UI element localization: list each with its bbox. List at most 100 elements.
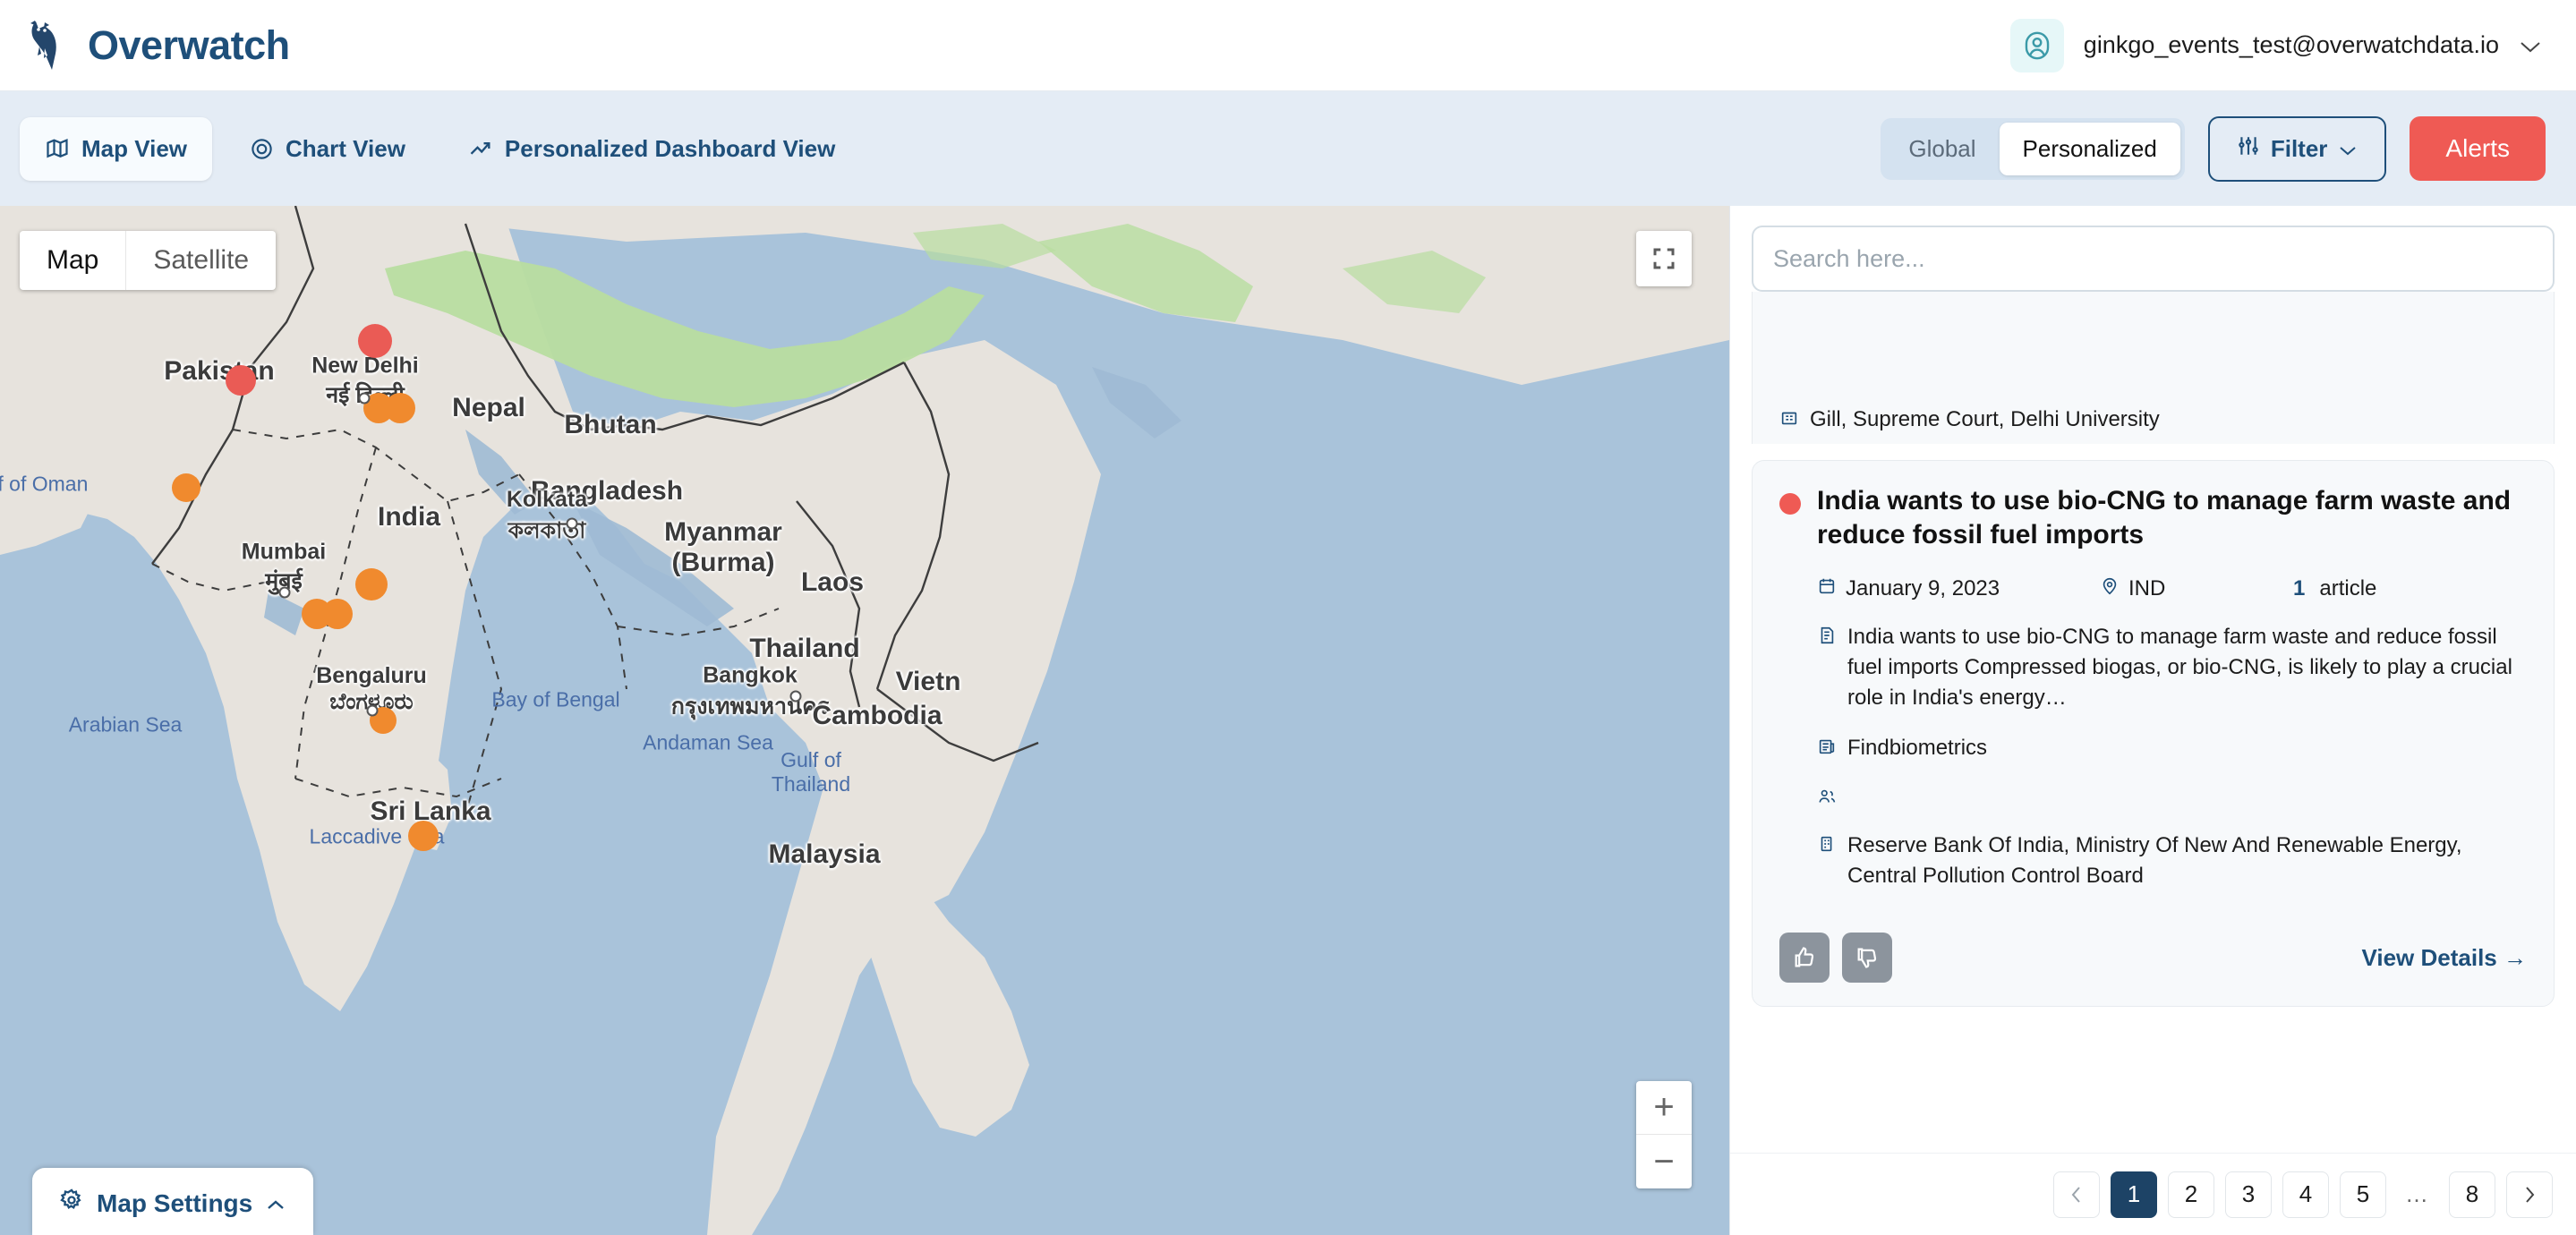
card-meta: January 9, 2023 IND 1 article [1817, 576, 2527, 602]
pagination-page-2[interactable]: 2 [2168, 1171, 2214, 1218]
owl-icon [27, 18, 75, 73]
brand: Overwatch [27, 18, 290, 73]
building-icon [1779, 408, 1799, 432]
map-canvas[interactable]: PakistanNew Delhi नई दिल्लीNepalBhutanBa… [0, 206, 1729, 1235]
pagination: 12345 … 8 [1730, 1153, 2576, 1235]
map-city-dot [278, 586, 291, 599]
card-source: Findbiometrics [1817, 733, 2527, 763]
thumbs-down-icon[interactable] [1842, 933, 1892, 984]
card-title: India wants to use bio-CNG to manage far… [1817, 486, 2512, 550]
card-source-text: Findbiometrics [1847, 736, 1988, 761]
map-icon [45, 136, 70, 161]
fullscreen-icon[interactable] [1636, 231, 1692, 286]
view-details-link[interactable]: View Details → [2362, 944, 2528, 972]
card-location: IND [2100, 576, 2279, 602]
target-icon [250, 137, 274, 161]
tab-map-view-label: Map View [81, 134, 188, 162]
map-pin-icon [2100, 576, 2120, 602]
brand-name: Overwatch [88, 21, 290, 68]
gear-icon [59, 1188, 84, 1219]
map-settings-label: Map Settings [97, 1188, 253, 1217]
card-date: January 9, 2023 [1817, 576, 2086, 602]
scope-option-global[interactable]: Global [1885, 123, 1999, 175]
map-settings-button[interactable]: Map Settings [32, 1168, 314, 1235]
map-city-dot [789, 690, 802, 703]
account-email: ginkgo_events_test@overwatchdata.io [2083, 31, 2499, 58]
card-article-count-label: article [2319, 576, 2377, 601]
pagination-page-1[interactable]: 1 [2111, 1171, 2157, 1218]
view-tabs: Map View Chart View Personalized Dashboa… [20, 116, 860, 181]
tab-chart-view[interactable]: Chart View [225, 117, 431, 181]
card-header: India wants to use bio-CNG to manage far… [1779, 484, 2527, 553]
view-toolbar: Map View Chart View Personalized Dashboa… [0, 91, 2576, 206]
filter-button[interactable]: Filter [2207, 115, 2387, 182]
map-marker[interactable] [172, 473, 200, 502]
scope-option-personalized[interactable]: Personalized [1999, 122, 2180, 175]
search-input[interactable] [1752, 226, 2555, 292]
card-article-count: 1 article [2293, 576, 2376, 601]
filter-button-label: Filter [2270, 134, 2328, 162]
status-badge [1779, 493, 1801, 515]
card-summary: India wants to use bio-CNG to manage far… [1817, 622, 2527, 713]
pagination-next[interactable] [2506, 1171, 2553, 1218]
sliders-icon [2237, 134, 2260, 164]
card-orgs-text: Reserve Bank Of India, Ministry Of New A… [1847, 833, 2462, 889]
vote-group [1779, 933, 1892, 984]
map-marker[interactable] [385, 393, 415, 423]
map-city-dot [358, 392, 371, 405]
app-header: Overwatch ginkgo_events_test@overwatchda… [0, 0, 2576, 91]
zoom-in-button[interactable]: + [1636, 1081, 1692, 1135]
basemap-option-map[interactable]: Map [20, 231, 125, 290]
people-icon [1817, 787, 1837, 811]
calendar-icon [1817, 576, 1837, 602]
map-city-dot [566, 517, 578, 530]
user-circle-icon [2009, 18, 2064, 72]
card-orgs-text: Gill, Supreme Court, Delhi University [1810, 407, 2160, 431]
card-date-text: January 9, 2023 [1846, 576, 2000, 601]
card-location-text: IND [2128, 576, 2166, 601]
pagination-page-5[interactable]: 5 [2340, 1171, 2386, 1218]
result-card-partial: Gill, Supreme Court, Delhi University [1752, 292, 2555, 444]
alerts-button[interactable]: Alerts [2410, 116, 2546, 181]
map-marker[interactable] [322, 599, 353, 629]
document-icon [1817, 626, 1837, 650]
pagination-last[interactable]: 8 [2449, 1171, 2495, 1218]
building-icon [1817, 834, 1837, 858]
chevron-up-icon [265, 1189, 286, 1218]
map-city-dot [366, 704, 379, 717]
card-article-count-value: 1 [2293, 576, 2306, 601]
card-body[interactable]: Gill, Supreme Court, Delhi University [1752, 292, 2555, 444]
map-marker[interactable] [408, 821, 439, 851]
thumbs-up-icon[interactable] [1779, 933, 1830, 984]
chevron-down-icon[interactable] [2519, 34, 2542, 57]
pagination-page-4[interactable]: 4 [2282, 1171, 2329, 1218]
basemap-toggle: Map Satellite [20, 231, 277, 290]
pagination-page-3[interactable]: 3 [2225, 1171, 2272, 1218]
search-bar [1730, 206, 2576, 292]
scope-toggle: Global Personalized [1881, 117, 2185, 180]
card-footer: View Details → [1779, 933, 2528, 984]
tab-chart-view-label: Chart View [286, 134, 405, 162]
map-marker[interactable] [355, 568, 388, 600]
card-summary-text: India wants to use bio-CNG to manage far… [1847, 624, 2512, 710]
toolbar-actions: Global Personalized Filter Alerts [1881, 115, 2546, 182]
map-marker[interactable] [358, 324, 392, 358]
account-menu[interactable]: ginkgo_events_test@overwatchdata.io [2009, 18, 2542, 72]
chevron-down-icon [2338, 135, 2358, 163]
results-panel: Gill, Supreme Court, Delhi University [1729, 206, 2576, 1235]
map-zoom-controls: + − [1636, 1081, 1692, 1188]
results-list: Gill, Supreme Court, Delhi University In… [1730, 292, 2576, 1153]
trend-up-icon [468, 136, 493, 161]
basemap-graphic [0, 206, 1729, 1235]
zoom-out-button[interactable]: − [1636, 1135, 1692, 1188]
map-marker[interactable] [226, 365, 256, 396]
card-orgs: Gill, Supreme Court, Delhi University [1779, 405, 2527, 435]
result-card[interactable]: India wants to use bio-CNG to manage far… [1752, 460, 2555, 1008]
tab-personalized-dashboard-view-label: Personalized Dashboard View [504, 134, 836, 162]
pagination-prev[interactable] [2053, 1171, 2100, 1218]
tab-map-view[interactable]: Map View [20, 116, 213, 181]
basemap-option-satellite[interactable]: Satellite [125, 231, 276, 290]
tab-personalized-dashboard-view[interactable]: Personalized Dashboard View [443, 117, 860, 181]
main-content: PakistanNew Delhi नई दिल्लीNepalBhutanBa… [0, 206, 2576, 1235]
card-people [1817, 783, 2527, 811]
